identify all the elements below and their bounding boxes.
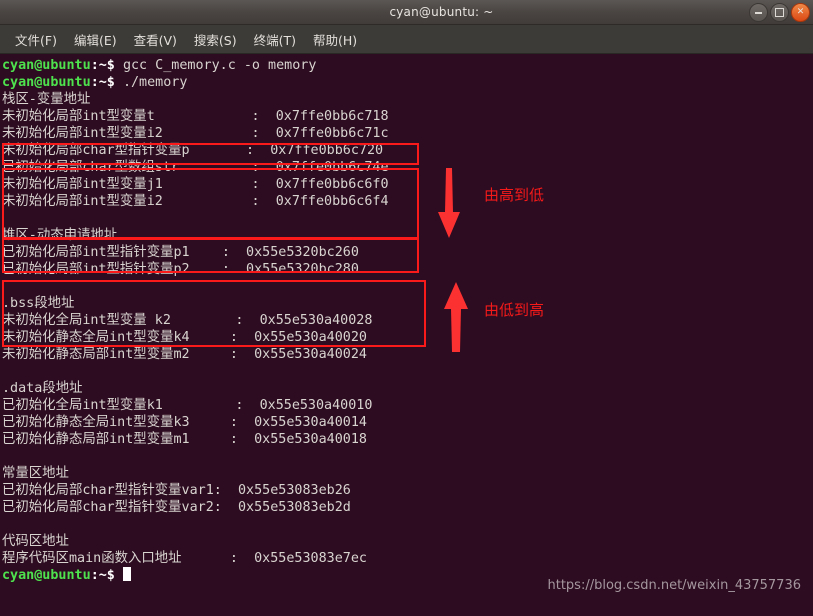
minimize-button[interactable] (749, 3, 768, 22)
output-line: 已初始化全局int型变量k1 : 0x55e530a40010 (2, 398, 373, 413)
prompt-tail: :~$ (90, 58, 123, 73)
output-line: 已初始化局部int型指针变量p2 : 0x55e5320bc280 (2, 262, 359, 277)
minimize-icon (755, 11, 762, 14)
output-line: 已初始化局部char型指针变量var2: 0x55e53083eb2d (2, 500, 351, 515)
terminal-output[interactable]: cyan@ubuntu:~$ gcc C_memory.c -o memory … (0, 54, 813, 616)
output-line: 未初始化全局int型变量 k2 : 0x55e530a40028 (2, 313, 373, 328)
maximize-icon (775, 8, 784, 17)
program-output: 栈区-变量地址未初始化局部int型变量t : 0x7ffe0bb6c718 未初始… (2, 91, 813, 567)
output-line: 程序代码区main函数入口地址 : 0x55e53083e7ec (2, 551, 367, 566)
output-line: .data段地址 (2, 381, 83, 396)
prompt-user: cyan@ubuntu (2, 75, 91, 90)
output-line: 已初始化静态局部int型变量m1 : 0x55e530a40018 (2, 432, 367, 447)
output-line: 未初始化局部char型指针变量p : 0x7ffe0bb6c720 (2, 143, 384, 158)
output-line: 已初始化静态全局int型变量k3 : 0x55e530a40014 (2, 415, 367, 430)
output-line: .bss段地址 (2, 296, 75, 311)
close-button[interactable]: ✕ (791, 3, 810, 22)
output-blank-line (2, 210, 813, 227)
terminal-window: cyan@ubuntu: ~ ✕ 文件(F) 编辑(E) 查看(V) 搜索(S)… (0, 0, 813, 616)
window-title: cyan@ubuntu: ~ (389, 5, 494, 19)
prompt-tail: :~$ (90, 568, 123, 583)
output-line: 未初始化局部int型变量i2 : 0x7ffe0bb6c71c (2, 126, 389, 141)
output-blank-line (2, 278, 813, 295)
terminal-prompt-line: cyan@ubuntu:~$ ./memory (2, 74, 813, 91)
maximize-button[interactable] (770, 3, 789, 22)
output-line: 代码区地址 (2, 534, 69, 549)
prompt-tail: :~$ (90, 75, 123, 90)
menu-help[interactable]: 帮助(H) (306, 27, 364, 52)
prompt-user: cyan@ubuntu (2, 568, 91, 583)
menu-edit[interactable]: 编辑(E) (67, 27, 124, 52)
output-line: 已初始化局部char型指针变量var1: 0x55e53083eb26 (2, 483, 351, 498)
output-line: 已初始化局部char型数组str : 0x7ffe0bb6c74e (2, 160, 389, 175)
command-compile: gcc C_memory.c -o memory (122, 58, 317, 73)
output-blank-line (2, 516, 813, 533)
output-line: 堆区-动态申请地址 (2, 228, 118, 243)
watermark: https://blog.csdn.net/weixin_43757736 (547, 578, 801, 593)
text-cursor (122, 567, 131, 581)
output-blank-line (2, 363, 813, 380)
output-line: 未初始化局部int型变量t : 0x7ffe0bb6c718 (2, 109, 389, 124)
output-blank-line (2, 448, 813, 465)
prompt-user: cyan@ubuntu (2, 58, 91, 73)
menu-bar: 文件(F) 编辑(E) 查看(V) 搜索(S) 终端(T) 帮助(H) (0, 25, 813, 54)
window-controls: ✕ (749, 3, 810, 22)
output-line: 未初始化静态局部int型变量m2 : 0x55e530a40024 (2, 347, 367, 362)
output-line: 栈区-变量地址 (2, 92, 91, 107)
output-line: 未初始化局部int型变量i2 : 0x7ffe0bb6c6f4 (2, 194, 389, 209)
menu-terminal[interactable]: 终端(T) (247, 27, 303, 52)
output-line: 已初始化局部int型指针变量p1 : 0x55e5320bc260 (2, 245, 359, 260)
title-bar[interactable]: cyan@ubuntu: ~ ✕ (0, 0, 813, 25)
menu-file[interactable]: 文件(F) (8, 27, 64, 52)
command-run: ./memory (122, 75, 188, 90)
menu-view[interactable]: 查看(V) (127, 27, 184, 52)
output-line: 常量区地址 (2, 466, 69, 481)
menu-search[interactable]: 搜索(S) (187, 27, 244, 52)
close-icon: ✕ (796, 7, 805, 17)
output-line: 未初始化局部int型变量j1 : 0x7ffe0bb6c6f0 (2, 177, 389, 192)
output-line: 未初始化静态全局int型变量k4 : 0x55e530a40020 (2, 330, 367, 345)
terminal-prompt-line: cyan@ubuntu:~$ gcc C_memory.c -o memory (2, 57, 813, 74)
